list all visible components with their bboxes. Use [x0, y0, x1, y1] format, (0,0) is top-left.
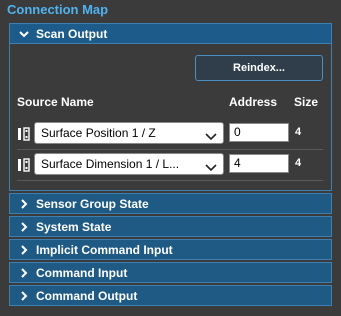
chevron-right-icon: [18, 244, 30, 256]
reindex-button[interactable]: Reindex...: [195, 55, 323, 81]
section-header-implicit-command-input[interactable]: Implicit Command Input: [9, 239, 332, 260]
chevron-down-icon: [205, 128, 217, 141]
column-header-address: Address: [229, 95, 278, 109]
section-label: Command Output: [36, 288, 138, 303]
chevron-right-icon: [18, 221, 30, 233]
panel-title: Connection Map: [7, 2, 109, 17]
chevron-right-icon: [18, 198, 30, 210]
section-header-system-state[interactable]: System State: [9, 216, 332, 237]
column-header-source-name: Source Name: [17, 95, 94, 109]
section-label: Sensor Group State: [36, 196, 149, 211]
io-mapping-icon[interactable]: [17, 157, 31, 173]
connection-map-panel: Connection Map Scan Output Reindex... So…: [0, 0, 341, 316]
row-divider: [17, 149, 323, 150]
table-row: Surface Position 1 / Z 0 4: [17, 120, 323, 148]
chevron-down-icon: [205, 159, 217, 172]
section-header-command-output[interactable]: Command Output: [9, 285, 332, 306]
source-select-value: Surface Dimension 1 / L...: [41, 157, 180, 171]
chevron-down-icon: [18, 28, 30, 40]
section-label: Scan Output: [36, 26, 108, 41]
section-header-scan-output[interactable]: Scan Output: [9, 23, 332, 44]
chevron-right-icon: [18, 267, 30, 279]
source-select[interactable]: Surface Dimension 1 / L...: [34, 153, 224, 175]
io-mapping-icon[interactable]: [17, 126, 31, 142]
section-label: Command Input: [36, 265, 128, 280]
source-select[interactable]: Surface Position 1 / Z: [34, 122, 224, 144]
section-header-sensor-group-state[interactable]: Sensor Group State: [9, 193, 332, 214]
chevron-right-icon: [18, 290, 30, 302]
row-divider: [17, 180, 323, 181]
section-label: Implicit Command Input: [36, 242, 173, 257]
section-label: System State: [36, 219, 112, 234]
address-input[interactable]: 4: [229, 154, 289, 173]
column-header-size: Size: [294, 95, 319, 109]
section-header-command-input[interactable]: Command Input: [9, 262, 332, 283]
address-input[interactable]: 0: [229, 123, 289, 142]
source-select-value: Surface Position 1 / Z: [41, 126, 156, 140]
size-value: 4: [295, 157, 302, 169]
size-value: 4: [295, 126, 302, 138]
table-row: Surface Dimension 1 / L... 4 4: [17, 151, 323, 179]
